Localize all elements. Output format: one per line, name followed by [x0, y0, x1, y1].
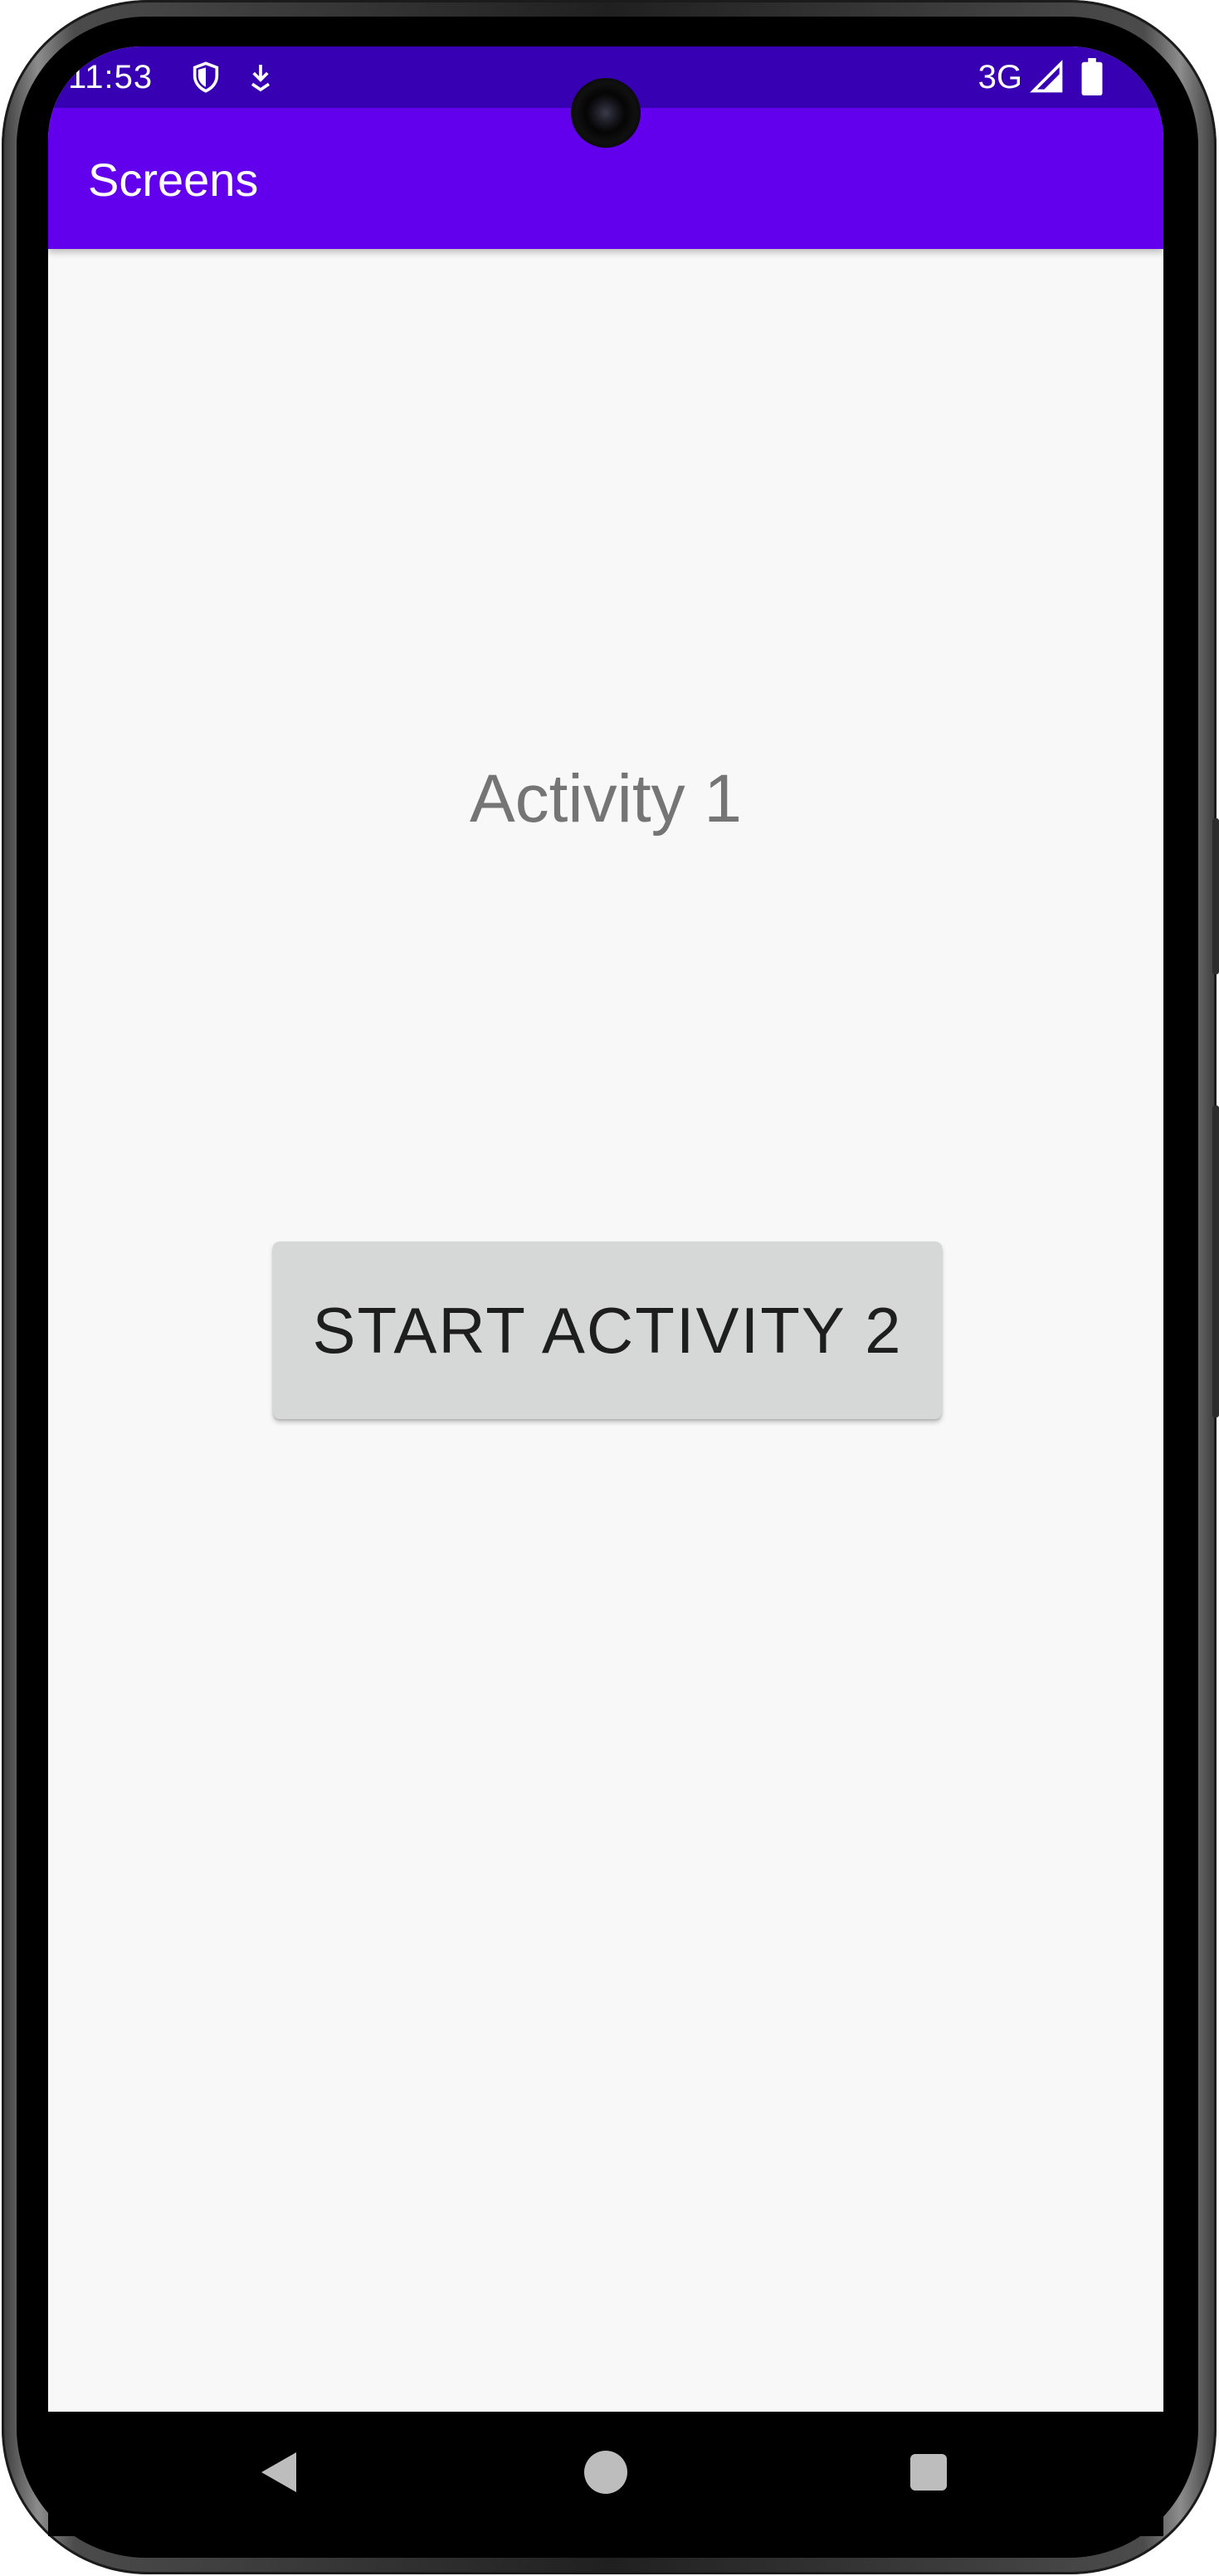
back-icon[interactable] [251, 2443, 309, 2501]
status-right: 3G [978, 58, 1104, 96]
battery-icon [1080, 58, 1104, 96]
navigation-bar [48, 2412, 1163, 2536]
screen: 11:53 3G Screens Activity 1 START ACTIVI… [48, 46, 1163, 2412]
start-activity-2-button[interactable]: START ACTIVITY 2 [273, 1242, 942, 1419]
network-type: 3G [978, 58, 1022, 95]
phone-device: 11:53 3G Screens Activity 1 START ACTIVI… [0, 0, 1219, 2576]
front-camera [571, 78, 641, 148]
home-icon[interactable] [577, 2443, 635, 2501]
activity-label: Activity 1 [469, 761, 743, 837]
power-button [1212, 1105, 1219, 1417]
shield-icon [189, 61, 222, 94]
volume-button [1212, 818, 1219, 974]
recents-icon[interactable] [900, 2443, 958, 2501]
app-title: Screens [88, 154, 259, 206]
status-left: 11:53 [68, 58, 299, 96]
signal-icon [1029, 59, 1065, 95]
download-icon [244, 61, 277, 94]
status-time: 11:53 [68, 58, 154, 95]
